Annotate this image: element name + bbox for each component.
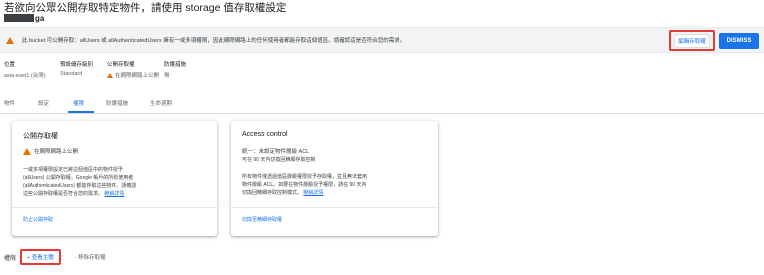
public-desc-line: 這些公開存取權是否符合您的需求。 瞭解詳情 [23, 190, 124, 197]
bucket-name-suffix: ga [35, 13, 45, 23]
public-access-value: 在網際網路上公開 [115, 73, 160, 79]
access-desc-line: 切換回精細存取控制模式。 瞭解詳情 [242, 189, 323, 196]
public-status-row: 在網際網路上公開 [23, 147, 78, 155]
active-tab-indicator [68, 111, 94, 113]
storage-class-label: 預設儲存級別 [60, 62, 94, 68]
tab-permissions[interactable]: 權限 [73, 99, 84, 107]
public-desc-line: (allUsers) 公開存取權，Google 帳戶的所有使用者 [23, 175, 134, 181]
public-access-warning-bar: 此 bucket 可公開存取：allUsers 或 allAuthenticat… [0, 27, 764, 53]
bucket-tabs: 物件 設定 權限 防護措施 生命週期 [0, 92, 764, 114]
location-label: 位置 [4, 62, 16, 68]
public-desc-line: 一或多項權限設定已將這個值區中的物件授予 [23, 167, 124, 173]
access-control-card: Access control 統一：未設定物件層級 ACL 可在 90 天內切換… [231, 121, 438, 236]
tab-protection[interactable]: 防護措施 [106, 99, 128, 107]
switch-to-fine-grained-link[interactable]: 切換至精細存取權 [242, 216, 282, 223]
public-access-label: 公開存取權 [107, 62, 135, 68]
storage-class-value: Standard [60, 71, 83, 77]
location-field: 位置 asia-east1 (台灣) [4, 60, 46, 79]
access-desc-line: 物件層級 ACL。如要在物件層級授予權限，請在 90 天內 [242, 182, 367, 188]
access-mode-subtext: 可在 90 天內切換回精細存取控制 [242, 157, 316, 163]
public-access-field: 公開存取權 在網際網路上公開 [107, 60, 159, 79]
public-desc-text: 這些公開存取權是否符合您的需求。 [23, 191, 104, 197]
tab-objects[interactable]: 物件 [4, 99, 15, 107]
intro-text: 若欲向公眾公開存取特定物件，請使用 storage 值存取權設定 [4, 2, 287, 14]
access-mode-line: 統一：未設定物件層級 ACL [242, 149, 310, 155]
view-principals-button[interactable]: + 查看主體 [20, 249, 61, 265]
public-access-value-row: 在網際網路上公開 [107, 71, 159, 79]
learn-more-link[interactable]: 瞭解詳情 [303, 190, 323, 196]
card-divider [12, 207, 217, 208]
card-divider [231, 207, 438, 208]
access-desc-text: 切換回精細存取控制模式。 [242, 190, 303, 196]
dismiss-button[interactable]: DISMISS [719, 33, 759, 49]
protection-value: 無 [164, 73, 170, 79]
warning-icon [6, 36, 14, 44]
protection-label: 防護措施 [164, 62, 187, 68]
warning-icon [107, 72, 113, 78]
redacted-bucket-name [4, 14, 34, 22]
prevent-public-access-link[interactable]: 防止公開存取 [23, 216, 53, 223]
tab-lifecycle[interactable]: 生命週期 [150, 99, 172, 107]
remove-access-button[interactable]: - 移除存取權 [75, 253, 106, 261]
permissions-label: 權限 [4, 255, 17, 262]
public-desc-line: (allAuthenticatedUsers) 都能存取這些物件。請確認 [23, 183, 137, 189]
access-control-card-title: Access control [242, 131, 288, 138]
permissions-toolbar: 權限 + 查看主體 - 移除存取權 [4, 249, 106, 265]
edit-access-button[interactable]: 編輯存取權 [674, 33, 710, 48]
tab-configuration[interactable]: 設定 [38, 99, 49, 107]
warning-text: 此 bucket 可公開存取：allUsers 或 allAuthenticat… [22, 38, 406, 44]
public-access-card: 公開存取權 在網際網路上公開 一或多項權限設定已將這個值區中的物件授予 (all… [12, 121, 217, 236]
public-access-card-title: 公開存取權 [23, 133, 58, 140]
access-desc-line: 所有物件僅透過值區層級權限授予存取權，並且無法套用 [242, 174, 368, 180]
public-status-text: 在網際網路上公開 [34, 149, 79, 155]
storage-class-field: 預設儲存級別 Standard [60, 60, 93, 77]
location-value: asia-east1 (台灣) [4, 73, 46, 79]
edit-access-highlight: 編輯存取權 [669, 30, 715, 51]
learn-more-link[interactable]: 瞭解詳情 [104, 191, 124, 197]
warning-icon [23, 147, 31, 155]
protection-field: 防護措施 無 [164, 60, 186, 79]
bucket-title: ga [4, 13, 44, 23]
